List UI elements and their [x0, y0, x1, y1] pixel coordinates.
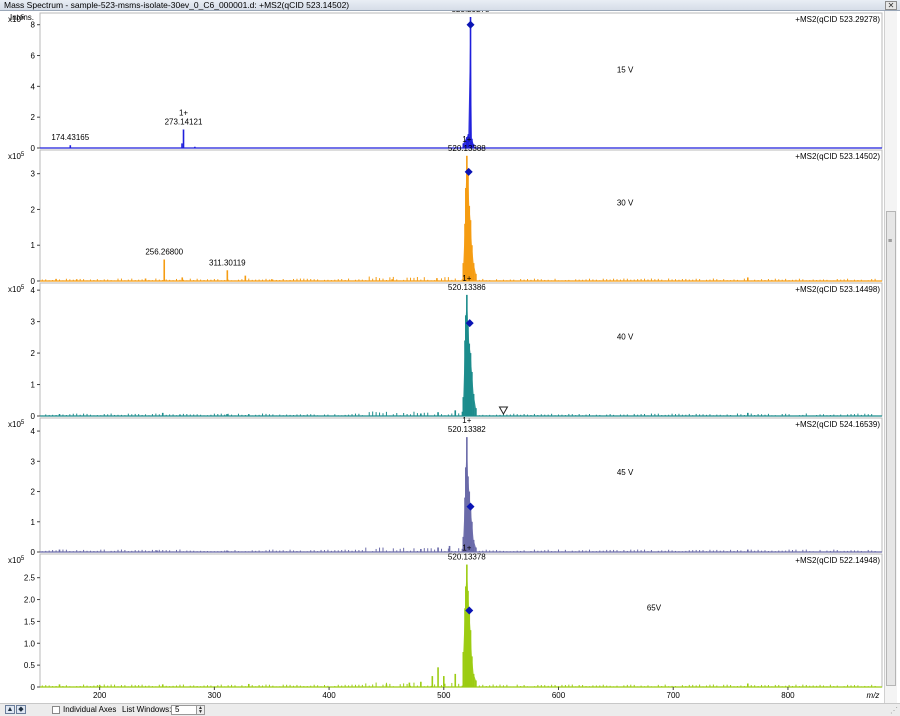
resize-grip-icon[interactable]: ⋰ [890, 706, 898, 715]
collision-energy-annotation: 30 V [617, 199, 634, 208]
y-tick-label: 2.0 [24, 596, 36, 605]
scrollbar-thumb[interactable] [886, 211, 896, 686]
y-tick-label: 4 [31, 286, 36, 295]
x-tick-label: 600 [552, 691, 566, 700]
list-down-icon[interactable]: ◆ [16, 705, 26, 714]
scan-title: +MS2(qCID 523.29278) [795, 15, 880, 24]
collision-energy-annotation: 15 V [617, 66, 634, 75]
x-tick-label: 800 [781, 691, 795, 700]
y-tick-label: 1.0 [24, 639, 36, 648]
panel-frame [39, 149, 883, 282]
collision-energy-annotation: 40 V [617, 333, 634, 342]
y-tick-label: 2 [31, 488, 36, 497]
x-axis-label: m/z [867, 691, 880, 700]
panel-frame [39, 553, 883, 688]
y-tick-label: 8 [31, 21, 36, 30]
scrollbar-grip-icon: ≡ [888, 238, 893, 245]
y-exponent-label: x105 [8, 15, 25, 24]
x-tick-label: 200 [93, 691, 107, 700]
y-exponent-label: x105 [8, 285, 25, 294]
panel-frame [39, 282, 883, 417]
y-tick-label: 0 [31, 548, 36, 557]
peak-charge-label: 1+ [462, 544, 471, 553]
y-tick-label: 0.5 [24, 661, 36, 670]
spectrum-panel-1[interactable]: x10502468174.431651+273.141211+523.29278… [8, 11, 883, 153]
y-exponent-label: x105 [8, 420, 25, 429]
x-axis: 200 300 400 500 600 700 800 m/z [93, 687, 879, 700]
peak-charge-label: 1+ [462, 274, 471, 283]
y-tick-label: 3 [31, 318, 36, 327]
peak-mz-label: 174.43165 [51, 133, 89, 142]
y-tick-label: 1 [31, 241, 36, 250]
y-tick-label: 1 [31, 381, 36, 390]
spectrum-panel-3[interactable]: x105 0 1 2 3 4 1+520.13386 40 V +MS2(qCID 523.14… [8, 274, 883, 421]
list-up-icon[interactable]: ▲ [5, 705, 15, 714]
y-tick-label: 3 [31, 170, 36, 179]
peak-mz-label: 520.13388 [448, 144, 486, 153]
collision-energy-annotation: 45 V [617, 468, 634, 477]
window-title: Mass Spectrum - sample-523-msms-isolate-… [4, 0, 350, 10]
spectrum-panel-2[interactable]: x1050123256.26800311.301191+520.1338830 … [8, 135, 883, 286]
x-tick-label: 400 [322, 691, 336, 700]
list-windows-input[interactable]: 5 [171, 705, 197, 715]
y-tick-label: 2 [31, 113, 36, 122]
peak-mz-label: 520.13382 [448, 425, 486, 434]
y-tick-label: 0 [31, 683, 36, 692]
peak-charge-label: 1+ [462, 416, 471, 425]
scan-title: +MS2(qCID 524.16539) [795, 420, 880, 429]
peak-mz-label: 520.13378 [448, 553, 486, 562]
collision-energy-annotation: 65V [647, 604, 662, 613]
y-exponent-label: x105 [8, 556, 25, 565]
list-windows-spinner[interactable]: ▲ ▼ [196, 705, 205, 715]
y-tick-label: 2 [31, 349, 36, 358]
individual-axes-checkbox[interactable] [52, 706, 60, 714]
peak-mz-label: 273.14121 [165, 118, 203, 127]
peak-mz-label: 311.30119 [209, 258, 246, 267]
peak-mz-label: 523.29278 [452, 11, 490, 14]
y-tick-label: 6 [31, 52, 36, 61]
y-tick-label: 4 [31, 82, 36, 91]
spectrum-panel-4[interactable]: x105012341+520.1338245 V+MS2(qCID 524.16… [8, 416, 883, 557]
close-icon[interactable]: ✕ [885, 1, 897, 10]
x-tick-label: 700 [667, 691, 681, 700]
y-tick-label: 0 [31, 277, 36, 286]
y-tick-label: 1.5 [24, 617, 36, 626]
scan-title: +MS2(qCID 523.14502) [795, 152, 880, 161]
peak-charge-label: 1+ [462, 135, 471, 144]
y-tick-label: 3 [31, 457, 36, 466]
spectrum-panel-5[interactable]: x105 0 0.5 1.0 1.5 2.0 2.5 1+520.13378 65V +MS2(q… [8, 544, 883, 692]
panel-frame [39, 417, 883, 553]
title-bar: Mass Spectrum - sample-523-msms-isolate-… [0, 0, 900, 11]
x-tick-label: 500 [437, 691, 451, 700]
spectrum-plot-area[interactable]: Intens. x10502468174.431651+273.141211+5… [0, 11, 900, 703]
scan-title: +MS2(qCID 523.14498) [795, 285, 880, 294]
peak-mz-label: 520.13386 [448, 283, 486, 292]
y-exponent-label: x105 [8, 152, 25, 161]
panel-frame [39, 12, 883, 149]
y-tick-label: 0 [31, 412, 36, 421]
y-tick-label: 0 [31, 144, 36, 153]
scan-title: +MS2(qCID 522.14948) [795, 556, 880, 565]
y-tick-label: 2.5 [24, 574, 36, 583]
y-tick-label: 2 [31, 205, 36, 214]
y-tick-label: 1 [31, 518, 36, 527]
y-tick-label: 4 [31, 427, 36, 436]
status-bar: ▲ ◆ Individual Axes List Windows: 5 ▲ ▼ ⋰ [0, 703, 900, 716]
list-windows-label: List Windows: [122, 705, 172, 714]
x-tick-label: 300 [208, 691, 222, 700]
spectra-chart[interactable]: x10502468174.431651+273.141211+523.29278… [0, 11, 884, 703]
vertical-scrollbar[interactable]: ≡ [884, 11, 897, 703]
peak-charge-label: 1+ [179, 109, 188, 118]
individual-axes-label: Individual Axes [63, 705, 117, 714]
peak-mz-label: 256.26800 [145, 248, 183, 257]
